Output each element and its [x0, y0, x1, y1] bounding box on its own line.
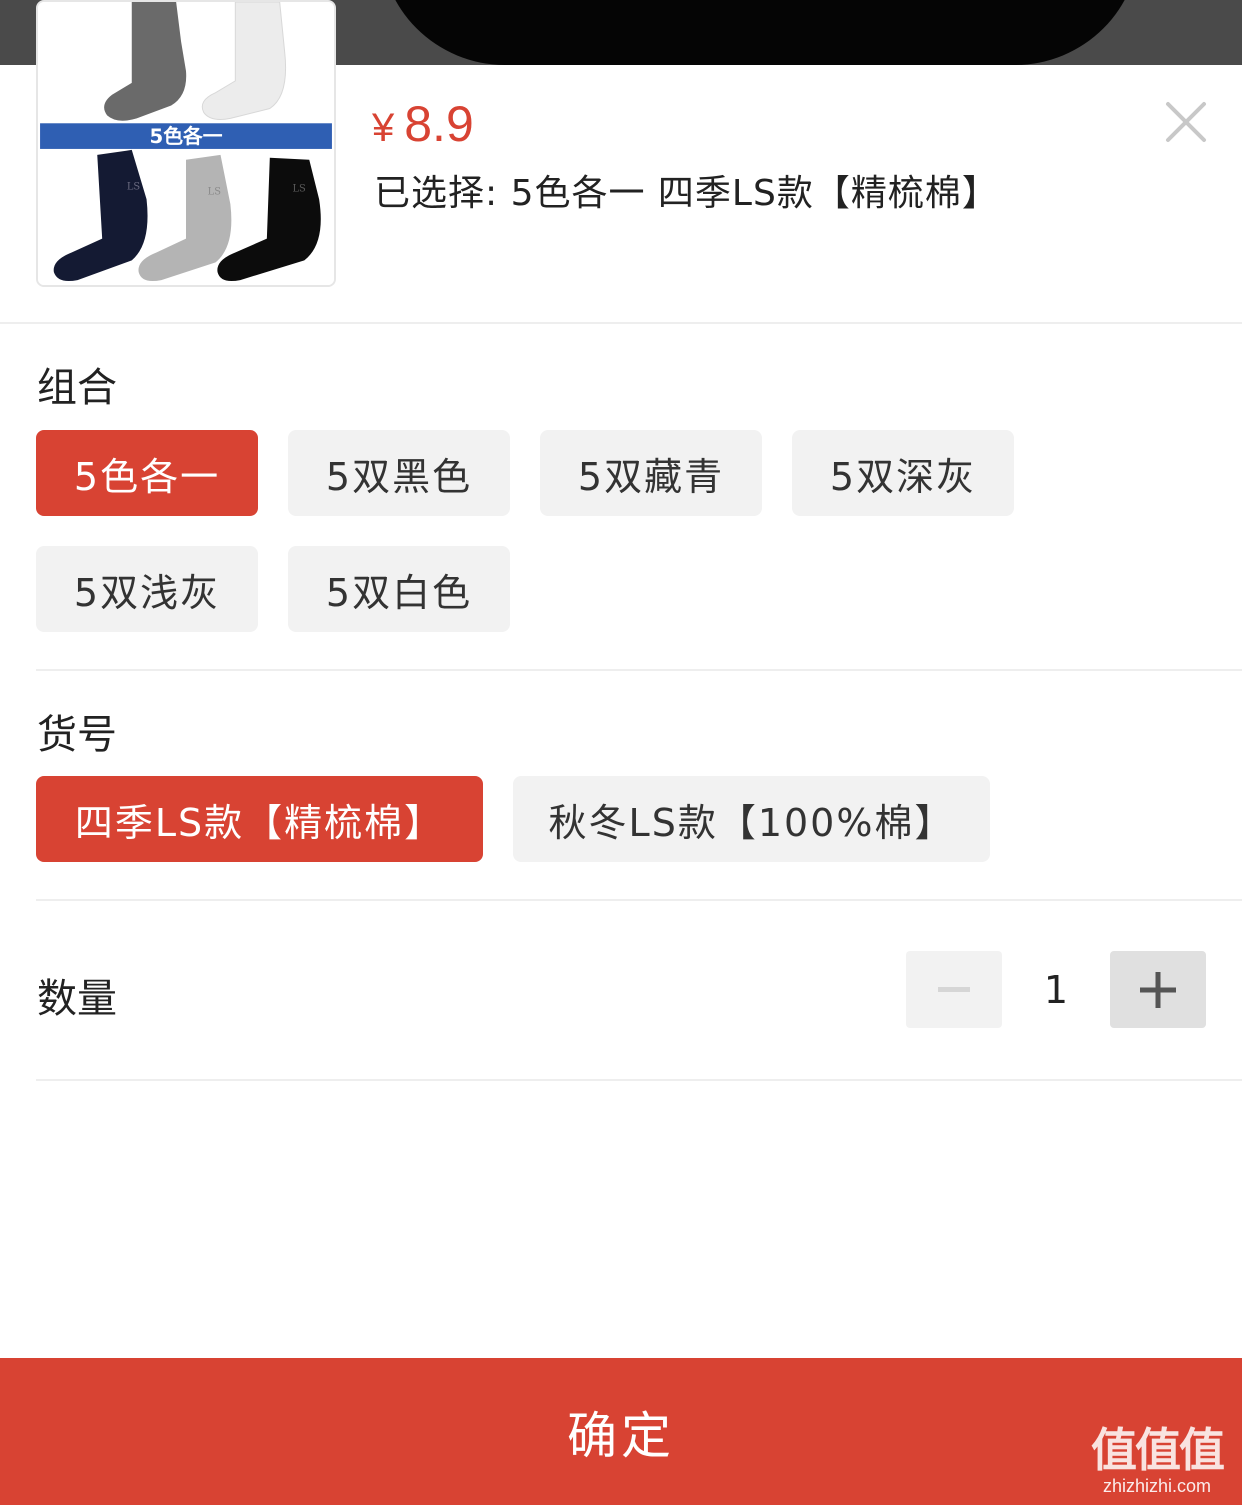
- watermark-logo: 值值值: [1091, 1423, 1225, 1477]
- combo-option-dark-gray[interactable]: 5双深灰: [792, 430, 1014, 516]
- quantity-value[interactable]: 1: [1002, 951, 1110, 1028]
- confirm-button[interactable]: 确定: [0, 1358, 1242, 1505]
- sock-mark: LS: [208, 186, 222, 197]
- combo-option-white[interactable]: 5双白色: [288, 546, 510, 632]
- sock-mark: LS: [127, 181, 141, 192]
- plus-icon: [1140, 971, 1176, 1008]
- minus-icon: [938, 986, 970, 992]
- divider: [0, 322, 1242, 324]
- combo-option-5-colors[interactable]: 5色各一: [36, 430, 258, 516]
- sock-image: 5色各一 LS LS LS: [38, 2, 334, 285]
- quantity-decrease-button[interactable]: [906, 951, 1002, 1028]
- price-value: 8.9: [404, 96, 474, 152]
- combo-option-navy[interactable]: 5双藏青: [540, 430, 762, 516]
- watermark-url: zhizhizhi.com: [1102, 1476, 1212, 1496]
- selected-summary: 已选择: 5色各一 四季LS款【精梳棉】: [374, 173, 999, 214]
- item-no-label: 货号: [37, 712, 117, 758]
- product-thumbnail: 5色各一 LS LS LS: [36, 0, 336, 287]
- watermark: 值值值 zhizhizhi.com: [1082, 1424, 1232, 1497]
- divider: [36, 899, 1242, 901]
- item-no-option-autumn-winter[interactable]: 秋冬LS款【100%棉】: [513, 776, 990, 862]
- combo-option-light-gray[interactable]: 5双浅灰: [36, 546, 258, 632]
- product-price: ¥8.9: [372, 95, 474, 153]
- combo-option-black[interactable]: 5双黑色: [288, 430, 510, 516]
- item-no-option-four-season[interactable]: 四季LS款【精梳棉】: [36, 776, 483, 862]
- backdrop-product-image: [380, 0, 1140, 65]
- quantity-increase-button[interactable]: [1110, 951, 1206, 1028]
- quantity-label: 数量: [37, 976, 117, 1022]
- divider: [36, 669, 1242, 671]
- combo-label: 组合: [37, 365, 117, 411]
- sock-mark: LS: [292, 183, 306, 194]
- divider: [36, 1079, 1242, 1081]
- price-currency: ¥: [372, 106, 395, 150]
- thumb-banner-text: 5色各一: [150, 125, 223, 148]
- close-icon: [1166, 102, 1206, 142]
- close-button[interactable]: [1164, 100, 1208, 144]
